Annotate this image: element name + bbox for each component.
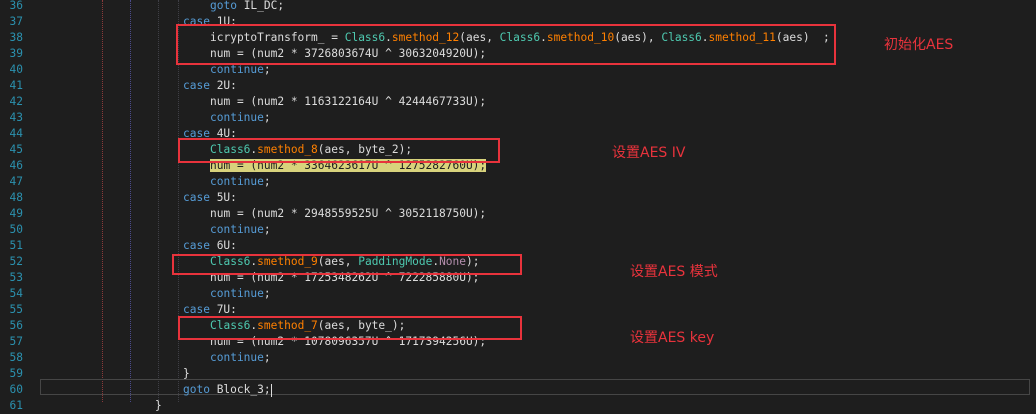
annotation-init-aes: 初始化AES: [884, 37, 954, 53]
code-text: continue;: [210, 110, 271, 126]
line-number: 58: [9, 351, 23, 364]
code-token: ;: [263, 111, 271, 124]
code-line[interactable]: 58 continue;: [0, 350, 1036, 366]
code-token: 2U:: [216, 79, 237, 92]
code-line[interactable]: 54 continue;: [0, 286, 1036, 302]
code-text: continue;: [210, 286, 271, 302]
code-line[interactable]: 51 case 6U:: [0, 238, 1036, 254]
line-number: 37: [9, 15, 23, 28]
code-token: continue: [210, 287, 264, 300]
line-number: 45: [9, 143, 23, 156]
line-number: 41: [9, 79, 23, 92]
code-text: continue;: [210, 174, 271, 190]
code-text: case 5U:: [183, 190, 237, 206]
code-text: case 6U:: [183, 238, 237, 254]
code-token: 7U:: [216, 303, 237, 316]
annotation-set-mode: 设置AES 模式: [630, 264, 718, 280]
code-line[interactable]: 48 case 5U:: [0, 190, 1036, 206]
line-number: 49: [9, 207, 23, 220]
line-number: 57: [9, 335, 23, 348]
code-line[interactable]: 61}: [0, 398, 1036, 414]
line-number: 39: [9, 47, 23, 60]
code-text: case 2U:: [183, 78, 237, 94]
code-token: }: [155, 399, 162, 412]
code-token: case: [183, 191, 217, 204]
set-key-highlight-box: [178, 316, 522, 340]
code-text: goto Block_3;: [183, 382, 272, 398]
code-line[interactable]: 44 case 4U:: [0, 126, 1036, 142]
line-number: 38: [9, 31, 23, 44]
code-text: num = (num2 * 2948559525U ^ 3052118750U)…: [210, 206, 486, 222]
set-mode-highlight-box: [172, 254, 522, 275]
line-number: 42: [9, 95, 23, 108]
code-token: num = (num2 * 1163122164U ^ 4244467733U)…: [210, 95, 487, 108]
line-number: 59: [9, 367, 23, 380]
code-token: 6U:: [216, 239, 237, 252]
code-token: case: [183, 303, 217, 316]
code-token: Block_3;: [216, 383, 271, 396]
code-text: }: [183, 366, 190, 382]
code-line[interactable]: 36 goto IL_DC;: [0, 0, 1036, 14]
code-token: continue: [210, 351, 264, 364]
code-line[interactable]: 45 Class6.smethod_8(aes, byte_2);: [0, 142, 1036, 158]
line-number: 61: [9, 399, 23, 412]
code-token: continue: [210, 111, 264, 124]
line-number: 55: [9, 303, 23, 316]
code-line[interactable]: 50 continue;: [0, 222, 1036, 238]
code-token: IL_DC;: [243, 0, 285, 12]
code-token: goto: [210, 0, 244, 12]
line-number: 50: [9, 223, 23, 236]
code-line[interactable]: 59}: [0, 366, 1036, 382]
line-number: 53: [9, 271, 23, 284]
code-token: num = (num2 * 2948559525U ^ 3052118750U)…: [210, 207, 487, 220]
code-text: continue;: [210, 222, 271, 238]
line-number: 36: [9, 0, 23, 12]
line-number: 54: [9, 287, 23, 300]
code-text: goto IL_DC;: [210, 0, 284, 14]
line-number: 51: [9, 239, 23, 252]
line-number: 40: [9, 63, 23, 76]
code-line[interactable]: 46 num = (num2 * 3364623617U ^ 1275282760…: [0, 158, 1036, 174]
code-token: continue: [210, 175, 264, 188]
code-text: num = (num2 * 1163122164U ^ 4244467733U)…: [210, 94, 486, 110]
code-token: case: [183, 239, 217, 252]
annotation-set-key: 设置AES key: [630, 330, 715, 346]
code-token: goto: [183, 383, 217, 396]
code-line[interactable]: 43 continue;: [0, 110, 1036, 126]
line-number: 46: [9, 159, 23, 172]
line-number: 43: [9, 111, 23, 124]
code-token: case: [183, 79, 217, 92]
code-line[interactable]: 47 continue;: [0, 174, 1036, 190]
code-text: }: [155, 398, 162, 414]
code-token: ;: [263, 223, 271, 236]
line-number: 60: [9, 383, 23, 396]
code-editor[interactable]: 36 goto IL_DC; 37 case 1U: 38 icryptoTransfor…: [0, 0, 1036, 412]
text-caret: [270, 383, 272, 397]
set-iv-highlight-box: [178, 138, 500, 163]
code-text: continue;: [210, 350, 271, 366]
code-token: 5U:: [216, 191, 237, 204]
code-token: ;: [263, 351, 271, 364]
init-aes-highlight-box: [176, 24, 836, 65]
code-token: ;: [263, 287, 271, 300]
line-number: 44: [9, 127, 23, 140]
code-line[interactable]: 42 num = (num2 * 1163122164U ^ 4244467733…: [0, 94, 1036, 110]
line-number: 48: [9, 191, 23, 204]
line-number: 47: [9, 175, 23, 188]
code-token: continue: [210, 223, 264, 236]
code-token: ;: [263, 175, 271, 188]
annotation-set-iv: 设置AES IV: [612, 145, 686, 161]
code-line[interactable]: 49 num = (num2 * 2948559525U ^ 3052118750…: [0, 206, 1036, 222]
code-line[interactable]: 60 goto Block_3;: [0, 382, 1036, 398]
code-line[interactable]: 41 case 2U:: [0, 78, 1036, 94]
line-number: 52: [9, 255, 23, 268]
code-token: }: [183, 367, 190, 380]
line-number: 56: [9, 319, 23, 332]
